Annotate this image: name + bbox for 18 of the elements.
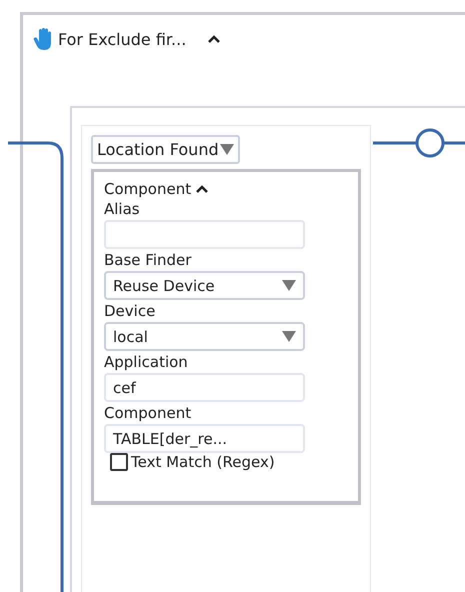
- checkbox[interactable]: [110, 453, 128, 471]
- section-title: Component: [104, 180, 192, 198]
- block-title: For Exclude fir...: [58, 30, 186, 48]
- input-field[interactable]: [104, 220, 305, 249]
- select-field[interactable]: Reuse Device: [104, 271, 305, 300]
- field-label: Application: [104, 352, 188, 373]
- checkbox-label: Text Match (Regex): [131, 453, 275, 471]
- select-field[interactable]: local: [104, 322, 305, 351]
- field-label: Component: [104, 403, 192, 424]
- field-label: Device: [104, 301, 156, 322]
- field-label: Base Finder: [104, 250, 192, 271]
- dropdown-arrow-icon: [220, 144, 234, 155]
- dropdown-arrow-icon: [282, 280, 296, 291]
- field-label: Alias: [104, 199, 140, 220]
- input-field[interactable]: cef: [104, 373, 305, 402]
- step-dropdown[interactable]: Location Found: [91, 135, 240, 164]
- dropdown-arrow-icon: [282, 331, 296, 342]
- input-field[interactable]: TABLE[der_re...: [104, 424, 305, 453]
